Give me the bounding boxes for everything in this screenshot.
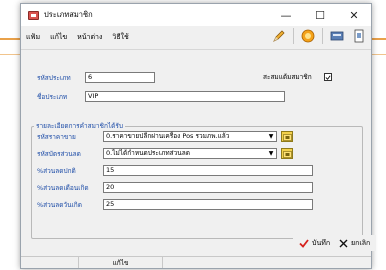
pencil-icon[interactable] [271,28,287,44]
maximize-button[interactable]: ☐ [303,4,337,26]
member-benefits-legend: รายละเอียดการคำสมาชิกได้รับ [36,122,124,130]
month-discount-input[interactable]: 20 [103,182,313,193]
status-bar: แก้ไข [21,256,371,268]
accumulate-label: สะสมแต้มสมาชิก [263,73,312,81]
menu-window[interactable]: หน้าต่าง [72,32,107,43]
toolbar-separator [293,28,294,44]
keyboard-icon[interactable] [329,28,345,44]
month-discount-label: %ส่วนลดเดือนเกิด [37,183,89,192]
toolbar [271,28,367,44]
menu-file[interactable]: แฟ้ม [21,32,45,43]
discount-row: รหัสบัตรส่วนลด 0.ไม่ได้กำหนดประเภทส่วนลด… [37,148,293,159]
member-type-window: ประเภทสมาชิก — ☐ ✕ แฟ้ม แก้ไข หน้าต่าง ว… [20,3,377,269]
folder-icon [282,133,292,141]
save-button[interactable]: บันทึก [293,235,337,251]
close-button[interactable]: ✕ [337,4,371,26]
normal-discount-label: %ส่วนลดปกติ [37,166,76,175]
save-label: บันทึก [312,238,331,247]
toolbar-separator [322,28,323,44]
day-discount-input[interactable]: 25 [103,199,313,210]
code-row: รหัสประเภท 6 [37,72,155,83]
menu-edit[interactable]: แก้ไข [45,32,72,43]
discount-select-value: 0.ไม่ได้กำหนดประเภทส่วนลด [106,149,190,157]
check-icon [325,75,331,80]
title-bar[interactable]: ประเภทสมาชิก — ☐ ✕ [21,4,371,26]
cancel-button[interactable]: ยกเลิก [333,235,377,251]
status-mode: แก้ไข [79,257,163,268]
dropdown-arrow-icon[interactable]: ▼ [267,133,275,140]
window-title: ประเภทสมาชิก [44,10,93,19]
form-area: รหัสประเภท 6 สะสมแต้มสมาชิก ชื่อประเภท V… [21,51,377,258]
status-cell-empty [21,257,79,268]
month-discount-row: %ส่วนลดเดือนเกิด 20 [37,182,313,193]
code-label: รหัสประเภท [37,73,71,82]
name-label: ชื่อประเภท [37,92,68,101]
discount-lookup-button[interactable] [281,148,293,159]
price-lookup-button[interactable] [281,131,293,142]
name-row: ชื่อประเภท VIP [37,91,285,102]
code-input[interactable]: 6 [85,72,155,83]
menu-help[interactable]: วิธีใช้ [107,32,133,43]
checkmark-icon [299,238,309,248]
dropdown-arrow-icon[interactable]: ▼ [267,150,275,157]
day-discount-label: %ส่วนลดวันเกิด [37,200,82,209]
discount-label: รหัสบัตรส่วนลด [37,149,81,158]
day-discount-row: %ส่วนลดวันเกิด 25 [37,199,313,210]
accumulate-checkbox[interactable] [323,73,332,81]
price-select[interactable]: 0.ราคาขายปลีกผ่านเครื่อง Pos รวมภพ.แล้ว … [103,131,277,142]
price-row: รหัสราคาขาย 0.ราคาขายปลีกผ่านเครื่อง Pos… [37,131,293,142]
folder-icon [282,150,292,158]
minimize-button[interactable]: — [269,4,303,26]
price-select-value: 0.ราคาขายปลีกผ่านเครื่อง Pos รวมภพ.แล้ว [106,132,230,140]
name-input[interactable]: VIP [85,91,285,102]
close-x-icon [339,239,348,247]
help-icon[interactable] [300,28,316,44]
window-controls: — ☐ ✕ [269,4,371,26]
menu-bar: แฟ้ม แก้ไข หน้าต่าง วิธีใช้ [21,26,371,50]
cancel-label: ยกเลิก [351,238,371,247]
app-icon [28,10,39,20]
discount-select[interactable]: 0.ไม่ได้กำหนดประเภทส่วนลด ▼ [103,148,277,159]
normal-discount-row: %ส่วนลดปกติ 15 [37,165,313,176]
accumulate-row: สะสมแต้มสมาชิก [263,72,332,82]
normal-discount-input[interactable]: 15 [103,165,313,176]
price-label: รหัสราคาขาย [37,132,76,141]
status-cell-filler [163,257,371,268]
document-icon[interactable] [351,28,367,44]
